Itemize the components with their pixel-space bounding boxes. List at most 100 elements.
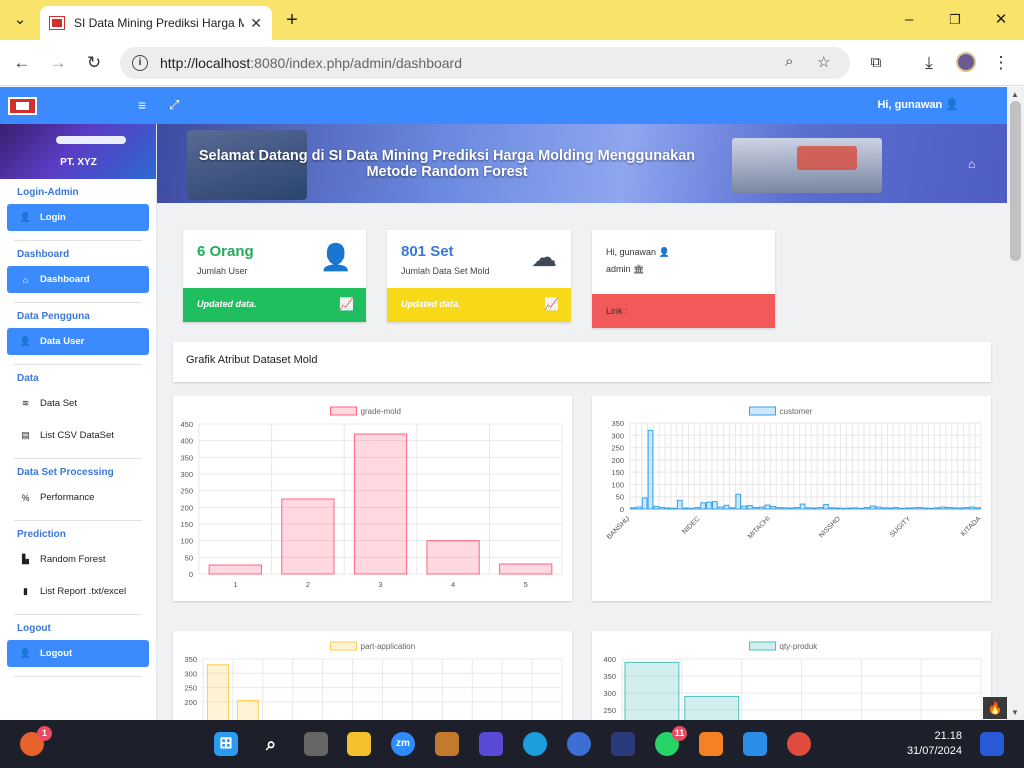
scrollbar-thumb[interactable] bbox=[1010, 101, 1021, 261]
page-scrollbar[interactable]: ▲ ▼ bbox=[1007, 87, 1024, 720]
close-window-icon[interactable]: ✕ bbox=[990, 9, 1012, 31]
browser-tab-bar: ⌄ SI Data Mining Prediksi Harga M ✕ + – … bbox=[0, 0, 1024, 40]
chart-bar bbox=[910, 507, 917, 510]
legend-swatch bbox=[749, 641, 776, 651]
y-tick-label: 0 bbox=[620, 505, 624, 514]
search-icon[interactable]: ⌕ bbox=[259, 732, 283, 756]
browser-menu-icon[interactable]: ⋮ bbox=[990, 52, 1012, 74]
edge-icon[interactable] bbox=[523, 732, 547, 756]
sidebar-section-title: Login-Admin bbox=[17, 187, 79, 198]
debug-toolbar-icon[interactable]: 🔥 bbox=[983, 697, 1007, 719]
task-view-icon[interactable] bbox=[304, 732, 328, 756]
sidebar-menu: Login-Admin 👤 Login Dashboard ⌂ Dashboard Data… bbox=[0, 187, 156, 677]
tab-favicon-icon bbox=[49, 16, 65, 30]
profile-link[interactable]: Link : bbox=[592, 294, 775, 328]
company-logo bbox=[56, 136, 126, 144]
user-card-footer[interactable]: Updated data. 📈 bbox=[183, 288, 366, 322]
url-text[interactable]: http://localhost:8080/index.php/admin/da… bbox=[160, 55, 462, 71]
fullscreen-icon[interactable]: ⤢ bbox=[169, 97, 179, 113]
hamburger-menu-icon[interactable]: ≡ bbox=[138, 97, 146, 113]
chart-bar bbox=[823, 504, 829, 510]
browser-app-icon[interactable] bbox=[567, 732, 591, 756]
sidebar-section-title: Dashboard bbox=[17, 249, 70, 260]
sidebar-item-data-set[interactable]: ≋ Data Set bbox=[7, 390, 149, 417]
y-tick-label: 150 bbox=[611, 468, 624, 477]
building-icon: 🏛 bbox=[633, 264, 645, 274]
y-tick-label: 350 bbox=[611, 419, 624, 428]
start-menu-icon[interactable]: ⊞ bbox=[214, 732, 238, 756]
file-explorer-icon[interactable] bbox=[347, 732, 371, 756]
scroll-up-icon[interactable]: ▲ bbox=[1011, 90, 1019, 99]
tab-list-chevron-icon[interactable]: ⌄ bbox=[9, 9, 31, 31]
home-icon: ⌂ bbox=[22, 274, 29, 285]
browser-tab[interactable]: SI Data Mining Prediksi Harga M ✕ bbox=[40, 6, 272, 40]
close-tab-icon[interactable]: ✕ bbox=[250, 15, 262, 32]
new-tab-icon[interactable]: + bbox=[281, 9, 303, 31]
site-info-icon[interactable]: i bbox=[132, 55, 148, 71]
download-icon[interactable]: ⤓ bbox=[918, 52, 940, 74]
y-tick-label: 50 bbox=[185, 553, 193, 562]
sidebar-item-logout[interactable]: 👤 Logout bbox=[7, 640, 149, 667]
chart-bar bbox=[747, 505, 753, 510]
qty-produk-chart: qty-produk 250 300 350 400 bbox=[603, 641, 982, 720]
chart-bar bbox=[641, 497, 648, 510]
outlook-icon[interactable] bbox=[611, 732, 635, 756]
sidebar-item-random-forest[interactable]: ▙ Random Forest bbox=[7, 546, 149, 573]
bookmark-star-icon[interactable]: ☆ bbox=[817, 53, 830, 71]
back-icon[interactable]: ← bbox=[11, 52, 33, 74]
chart-bar bbox=[665, 507, 671, 510]
whatsapp-icon[interactable]: 11 bbox=[655, 726, 687, 756]
chart-bar bbox=[828, 507, 835, 510]
zoom-icon[interactable]: ⌕ bbox=[785, 53, 793, 70]
address-bar[interactable]: i http://localhost:8080/index.php/admin/… bbox=[120, 47, 850, 79]
chart-bar bbox=[811, 507, 818, 510]
app-logo[interactable] bbox=[8, 97, 37, 115]
user-icon: 👤 bbox=[19, 212, 32, 222]
sidebar-divider bbox=[14, 364, 142, 365]
chart-bar bbox=[682, 507, 689, 510]
restore-icon[interactable]: ❐ bbox=[944, 9, 966, 31]
winrar-icon[interactable] bbox=[435, 732, 459, 756]
zoom-app-icon[interactable]: zm bbox=[391, 732, 415, 756]
chart-bar bbox=[793, 507, 800, 510]
vscode-icon[interactable] bbox=[743, 732, 767, 756]
dataset-card-footer[interactable]: Updated data. 📈 bbox=[387, 288, 571, 322]
scroll-down-icon[interactable]: ▼ bbox=[1011, 708, 1019, 717]
profile-avatar[interactable] bbox=[956, 52, 976, 72]
user-greeting[interactable]: Hi, gunawan 👤 bbox=[877, 98, 959, 111]
system-clock[interactable]: 21.18 31/07/2024 bbox=[907, 729, 962, 759]
y-tick-label: 300 bbox=[180, 470, 193, 479]
sidebar-item-list-report-txt-excel[interactable]: ▮ List Report .txt/excel bbox=[7, 578, 149, 605]
x-tick-label: 1 bbox=[233, 580, 237, 589]
sidebar-item-data-user[interactable]: 👤 Data User bbox=[7, 328, 149, 355]
chart-bar bbox=[846, 507, 853, 510]
sidebar-item-dashboard[interactable]: ⌂ Dashboard bbox=[7, 266, 149, 293]
extensions-icon[interactable]: ⧉ bbox=[865, 52, 887, 74]
y-tick-label: 400 bbox=[603, 655, 616, 664]
y-tick-label: 0 bbox=[189, 570, 193, 579]
xampp-icon[interactable] bbox=[699, 732, 723, 756]
y-tick-label: 300 bbox=[603, 689, 616, 698]
legend-label: part-application bbox=[361, 642, 416, 651]
chrome-icon[interactable] bbox=[787, 732, 811, 756]
chart-bar bbox=[770, 506, 777, 510]
forward-icon[interactable]: → bbox=[47, 52, 69, 74]
profile-card: Hi, gunawan 👤 admin 🏛 Link : bbox=[592, 230, 775, 328]
copilot-icon[interactable] bbox=[479, 732, 503, 756]
chart-bar bbox=[905, 507, 911, 510]
banner-machine-detail bbox=[797, 146, 857, 170]
y-tick-label: 250 bbox=[611, 444, 624, 453]
weather-widget-icon[interactable]: 1 bbox=[20, 726, 52, 756]
chart-bar bbox=[208, 564, 262, 575]
home-icon[interactable]: ⌂ bbox=[968, 157, 975, 171]
sidebar-section-title: Data Set Processing bbox=[17, 467, 114, 478]
sidebar-item-list-csv-dataset[interactable]: ▤ List CSV DataSet bbox=[7, 422, 149, 449]
copilot-pre-icon[interactable] bbox=[980, 732, 1004, 756]
sidebar-item-performance[interactable]: % Performance bbox=[7, 484, 149, 511]
qty-produk-chart-card: qty-produk 250 300 350 400 bbox=[592, 631, 991, 720]
sidebar-item-login[interactable]: 👤 Login bbox=[7, 204, 149, 231]
chart-bar bbox=[676, 499, 683, 510]
reload-icon[interactable]: ↻ bbox=[83, 52, 105, 74]
minimize-icon[interactable]: – bbox=[898, 9, 920, 31]
sidebar: PT. XYZ Login-Admin 👤 Login Dashboard ⌂ Dashb… bbox=[0, 124, 157, 720]
